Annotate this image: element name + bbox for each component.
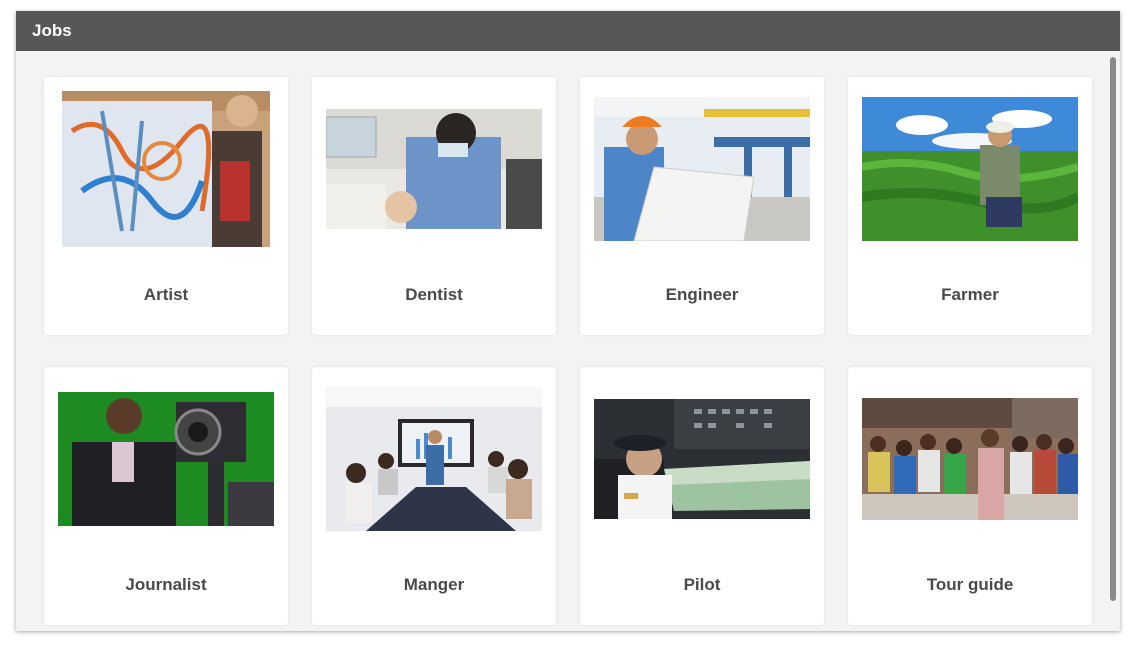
tour-guide-image xyxy=(862,381,1078,537)
job-card-manger[interactable]: Manger xyxy=(312,367,556,625)
job-card-engineer[interactable]: Engineer xyxy=(580,77,824,335)
pilot-image xyxy=(594,381,810,537)
engineer-image xyxy=(594,91,810,247)
jobs-window: Jobs Artist Dentist Engineer Farmer Jour… xyxy=(16,11,1120,631)
manager-image xyxy=(326,381,542,537)
dentist-image xyxy=(326,91,542,247)
artist-image xyxy=(58,91,274,247)
job-label-dentist: Dentist xyxy=(405,285,463,304)
job-label-engineer: Engineer xyxy=(665,285,739,304)
job-label-tour-guide: Tour guide xyxy=(926,575,1014,594)
job-card-tour-guide[interactable]: Tour guide xyxy=(848,367,1092,625)
farmer-image xyxy=(862,91,1078,247)
job-label-artist: Artist xyxy=(143,285,189,304)
job-card-farmer[interactable]: Farmer xyxy=(848,77,1092,335)
jobs-grid: Artist Dentist Engineer Farmer Journalis… xyxy=(44,77,1094,625)
job-label-manger: Manger xyxy=(403,575,465,594)
job-card-artist[interactable]: Artist xyxy=(44,77,288,335)
job-card-dentist[interactable]: Dentist xyxy=(312,77,556,335)
job-label-pilot: Pilot xyxy=(683,575,721,594)
vertical-scrollbar[interactable] xyxy=(1110,57,1116,601)
journalist-image xyxy=(58,381,274,537)
job-label-farmer: Farmer xyxy=(941,285,999,304)
job-card-pilot[interactable]: Pilot xyxy=(580,367,824,625)
job-label-journalist: Journalist xyxy=(125,575,207,594)
job-card-journalist[interactable]: Journalist xyxy=(44,367,288,625)
window-title: Jobs xyxy=(16,11,1120,51)
